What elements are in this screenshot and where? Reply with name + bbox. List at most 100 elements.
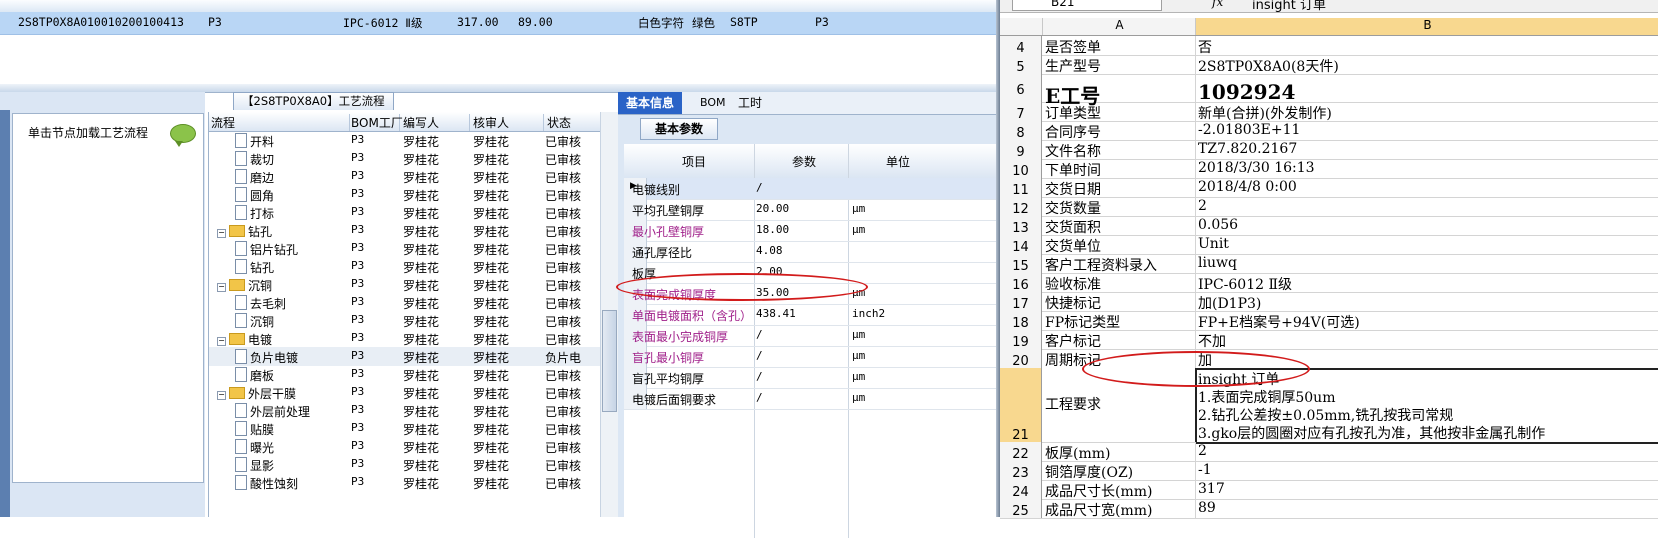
cell-b[interactable]: 加(D1P3) — [1198, 293, 1261, 313]
param-value[interactable]: 4.08 — [756, 244, 783, 257]
tree-row[interactable]: 裁切 P3 罗桂花 罗桂花 已审核 — [209, 149, 602, 168]
tree-node[interactable]: 圆角 — [235, 187, 274, 204]
sheet-row[interactable]: 10 下单时间 2018/3/30 16:13 — [1000, 159, 1658, 179]
cell-a[interactable]: 生产型号 — [1045, 56, 1101, 76]
col-status[interactable]: 状态 — [545, 114, 587, 131]
sheet-row[interactable]: 12 交货数量 2 — [1000, 197, 1658, 217]
row-number[interactable]: 13 — [1000, 216, 1042, 236]
sheet-row[interactable]: 22 板厚(mm) 2 — [1000, 442, 1658, 462]
row-number[interactable]: 24 — [1000, 480, 1042, 500]
tree-node[interactable]: 铝片钻孔 — [235, 241, 298, 258]
tree-row[interactable]: 酸性蚀刻 P3 罗桂花 罗桂花 已审核 — [209, 473, 602, 492]
param-value[interactable]: / — [756, 181, 763, 194]
cell-b[interactable]: 2018/3/30 16:13 — [1198, 160, 1315, 176]
row-number[interactable]: 7 — [1000, 102, 1042, 122]
subtab-basic-params[interactable]: 基本参数 — [640, 118, 719, 140]
sheet-row[interactable]: 23 铜箔厚度(OZ) -1 — [1000, 461, 1658, 481]
collapsed-side-tab[interactable] — [0, 110, 10, 517]
order-grid-selected-row[interactable]: 2S8TP0X8A0 10010200100413 P3 IPC-6012 Ⅱ级… — [0, 12, 1000, 35]
row-number[interactable]: 18 — [1000, 311, 1042, 331]
cell-b[interactable]: FP+E档案号+94V(可选) — [1198, 312, 1360, 332]
cell-b[interactable]: 89 — [1198, 500, 1216, 516]
tree-node[interactable]: 磨边 — [235, 169, 274, 186]
tree-row[interactable]: 钻孔 P3 罗桂花 罗桂花 已审核 — [209, 257, 602, 276]
col-item[interactable]: 项目 — [682, 153, 706, 170]
tree-row[interactable]: 沉铜 P3 罗桂花 罗桂花 已审核 — [209, 311, 602, 330]
tab-work-hours[interactable]: 工时 — [730, 92, 770, 114]
param-value[interactable]: 438.41 — [756, 307, 796, 320]
sheet-row[interactable]: 8 合同序号 -2.01803E+11 — [1000, 121, 1658, 141]
collapse-icon[interactable]: − — [217, 391, 226, 400]
cell-a[interactable]: 成品尺寸宽(mm) — [1045, 500, 1152, 520]
name-box[interactable]: B21 — [1012, 0, 1162, 11]
cell-b[interactable]: 1092924 — [1198, 80, 1295, 104]
tree-row[interactable]: 磨边 P3 罗桂花 罗桂花 已审核 — [209, 167, 602, 186]
row-number[interactable]: 14 — [1000, 235, 1042, 255]
sheet-row[interactable]: 25 成品尺寸宽(mm) 89 — [1000, 499, 1658, 519]
tree-node[interactable]: 钻孔 — [235, 259, 274, 276]
tree-node[interactable]: 沉铜 — [235, 313, 274, 330]
col-flow[interactable]: 流程 — [209, 114, 350, 131]
row-number[interactable]: 16 — [1000, 273, 1042, 293]
cell-a[interactable]: 文件名称 — [1045, 141, 1101, 161]
row-number[interactable]: 17 — [1000, 292, 1042, 312]
cell-a[interactable]: 成品尺寸长(mm) — [1045, 481, 1152, 501]
tree-row[interactable]: 磨板 P3 罗桂花 罗桂花 已审核 — [209, 365, 602, 384]
cell-a[interactable]: 工程要求 — [1045, 394, 1101, 414]
row-number[interactable]: 15 — [1000, 254, 1042, 274]
row-number[interactable]: 6 — [1000, 74, 1042, 102]
cell-a[interactable]: 板厚(mm) — [1045, 443, 1110, 463]
cell-b[interactable]: 2 — [1198, 198, 1207, 214]
sheet-row[interactable]: 24 成品尺寸长(mm) 317 — [1000, 480, 1658, 500]
cell-b[interactable]: 2018/4/8 0:00 — [1198, 179, 1297, 195]
row-number[interactable]: 21 — [1000, 368, 1042, 443]
tree-node[interactable]: 去毛刺 — [235, 295, 286, 312]
tree-node[interactable]: 曝光 — [235, 439, 274, 456]
sheet-row[interactable]: 18 FP标记类型 FP+E档案号+94V(可选) — [1000, 311, 1658, 331]
collapse-icon[interactable]: − — [217, 229, 226, 238]
cell-a[interactable]: 是否签单 — [1045, 37, 1101, 57]
formula-input[interactable]: insight 订单 — [1252, 0, 1326, 13]
tab-bom[interactable]: BOM — [692, 92, 734, 114]
cell-b[interactable]: 不加 — [1198, 331, 1226, 351]
cell-a[interactable]: 客户工程资料录入 — [1045, 255, 1157, 275]
param-row[interactable]: ▶ 电镀线别 / — [624, 178, 996, 200]
sheet-row[interactable]: 11 交货日期 2018/4/8 0:00 — [1000, 178, 1658, 198]
cell-a[interactable]: 订单类型 — [1045, 103, 1101, 123]
cell-a[interactable]: 交货日期 — [1045, 179, 1101, 199]
row-number[interactable]: 12 — [1000, 197, 1042, 217]
row-number[interactable]: 4 — [1000, 36, 1042, 56]
sheet-row[interactable]: 16 验收标准 IPC-6012 Ⅱ级 — [1000, 273, 1658, 293]
sheet-row[interactable]: 6 E工号 1092924 — [1000, 74, 1658, 108]
param-row[interactable]: 表面最小完成铜厚 / μm — [624, 325, 996, 347]
process-tree[interactable]: 流程 BOM工厂 编写人 核审人 状态 开料 P3 罗桂花 罗桂花 已审核 裁切 P3 罗桂花… — [208, 112, 619, 517]
tab-basic-info[interactable]: 基本信息 — [618, 92, 683, 114]
tree-row[interactable]: 铝片钻孔 P3 罗桂花 罗桂花 已审核 — [209, 239, 602, 258]
row-number[interactable]: 10 — [1000, 159, 1042, 179]
cell-b[interactable]: liuwq — [1198, 255, 1237, 271]
col-param[interactable]: 参数 — [792, 153, 816, 170]
tree-node[interactable]: 打标 — [235, 205, 274, 222]
scrollbar-thumb[interactable] — [602, 310, 617, 412]
tree-node[interactable]: 负片电镀 — [235, 349, 298, 366]
param-row[interactable]: 最小孔壁铜厚 18.00 μm — [624, 220, 996, 242]
tree-node[interactable]: 显影 — [235, 457, 274, 474]
tree-node[interactable]: 裁切 — [235, 151, 274, 168]
row-number[interactable]: 23 — [1000, 461, 1042, 481]
cell-b[interactable]: Unit — [1198, 236, 1229, 252]
sheet-row[interactable]: 5 生产型号 2S8TP0X8A0(8天件) — [1000, 55, 1658, 75]
col-unit[interactable]: 单位 — [886, 153, 910, 170]
tree-row[interactable]: − 外层干膜 P3 罗桂花 罗桂花 已审核 — [209, 383, 602, 402]
cell-a[interactable]: 交货面积 — [1045, 217, 1101, 237]
param-value[interactable]: / — [756, 370, 763, 383]
param-value[interactable]: 20.00 — [756, 202, 789, 215]
cell-a[interactable]: 铜箔厚度(OZ) — [1045, 462, 1133, 482]
tree-node[interactable]: − 外层干膜 — [217, 385, 296, 402]
tree-row[interactable]: 外层前处理 P3 罗桂花 罗桂花 已审核 — [209, 401, 602, 420]
param-value[interactable]: 18.00 — [756, 223, 789, 236]
cell-b[interactable]: 2 — [1198, 443, 1207, 459]
collapse-icon[interactable]: − — [217, 283, 226, 292]
collapse-icon[interactable]: − — [217, 337, 226, 346]
tree-row[interactable]: 曝光 P3 罗桂花 罗桂花 已审核 — [209, 437, 602, 456]
row-number[interactable]: 20 — [1000, 349, 1042, 369]
